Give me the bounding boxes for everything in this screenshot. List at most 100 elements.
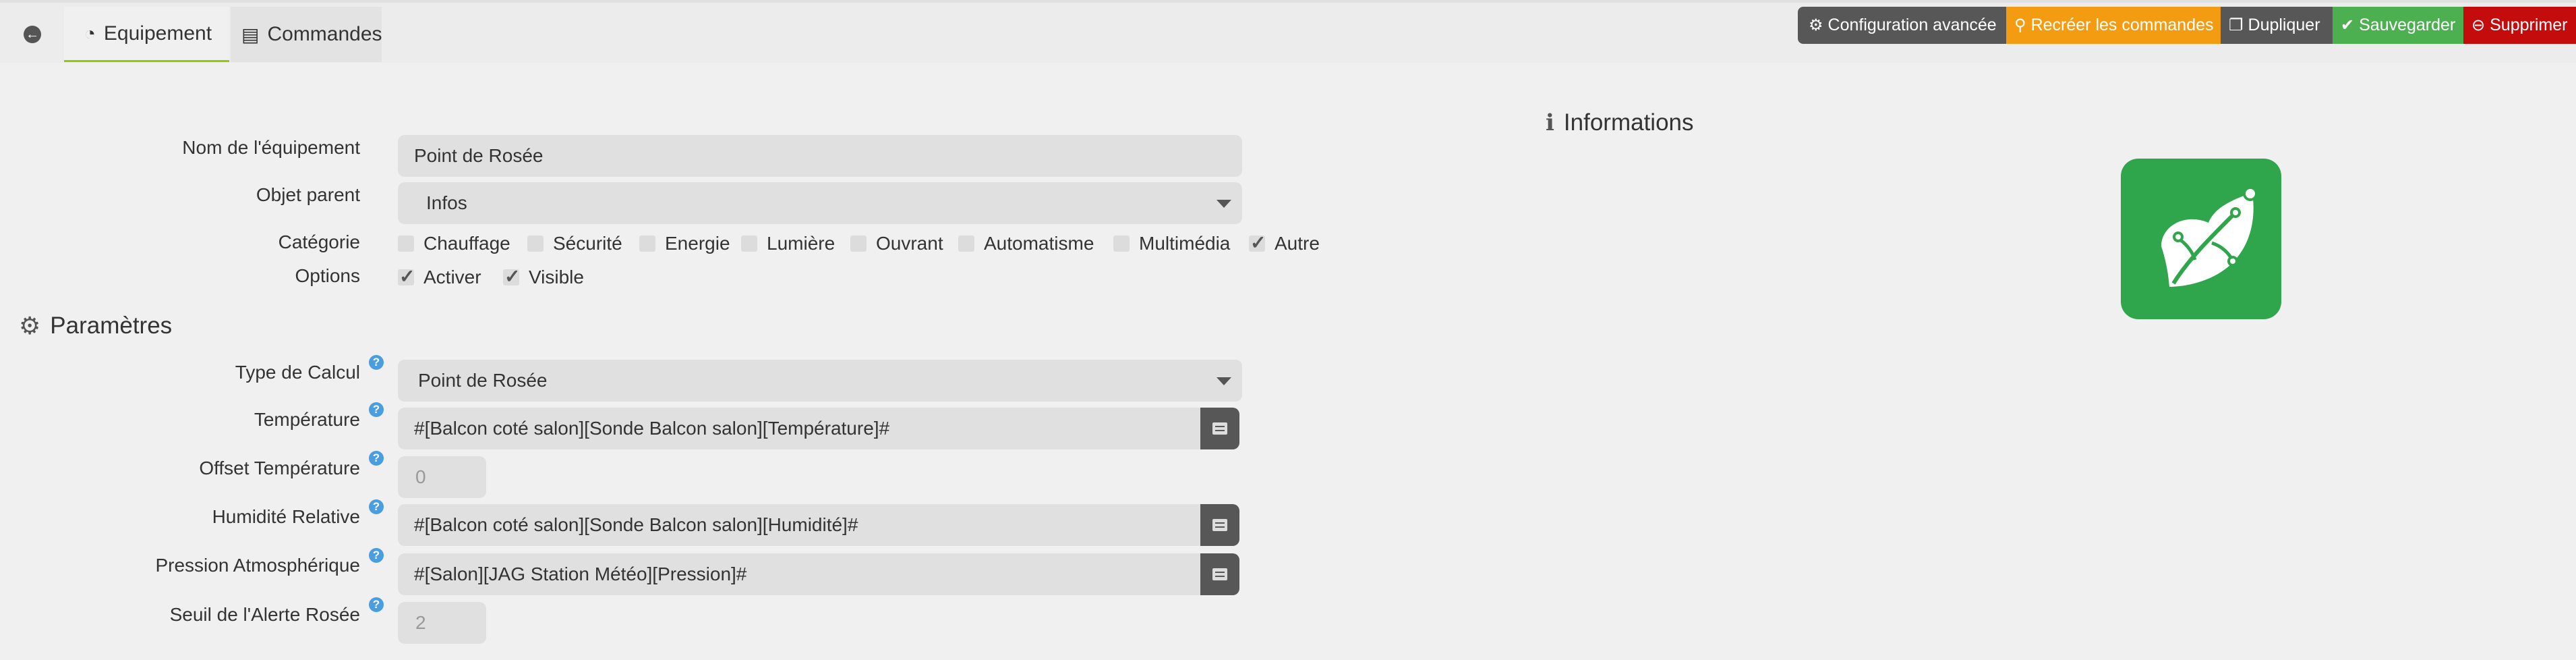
pressure-label: Pression Atmosphérique? <box>155 548 384 576</box>
category-multimedia[interactable]: Multimédia <box>1113 233 1230 254</box>
pressure-input[interactable]: #[Salon][JAG Station Météo][Pression]# <box>398 553 1200 595</box>
calc-type-label-text: Type de Calcul <box>235 362 360 383</box>
info-title-text: Informations <box>1563 109 1694 136</box>
minus-circle-icon: ⊖ <box>2471 16 2486 34</box>
category-label-text: Ouvrant <box>876 233 943 254</box>
temperature-input[interactable]: #[Balcon coté salon][Sonde Balcon salon]… <box>398 408 1200 449</box>
recreate-commands-button[interactable]: ⚲ Recréer les commandes <box>2006 7 2221 44</box>
calc-type-select[interactable]: Point de Rosée <box>398 360 1242 402</box>
category-ouvrant[interactable]: Ouvrant <box>850 233 943 254</box>
parent-select[interactable]: Infos <box>398 182 1242 224</box>
check-circle-icon: ✔ <box>2341 16 2355 34</box>
category-label-text: Energie <box>665 233 730 254</box>
parent-label: Objet parent <box>256 184 360 205</box>
humidity-label-text: Humidité Relative <box>212 506 360 527</box>
category-label: Catégorie <box>278 231 360 252</box>
category-label-text: Lumière <box>767 233 836 254</box>
info-icon: i <box>1546 109 1554 136</box>
category-label-text: Multimédia <box>1139 233 1231 254</box>
humidity-select-cmd-button[interactable] <box>1200 504 1239 546</box>
option-label-text: Activer <box>423 267 481 287</box>
checkbox[interactable] <box>527 236 544 252</box>
delete-button[interactable]: ⊖ Supprimer <box>2463 7 2576 44</box>
info-section-title: i Informations <box>1546 109 1694 136</box>
leaf-icon <box>2161 186 2258 287</box>
options-label: Options <box>295 265 361 286</box>
cogs-icon: ⚙ <box>19 312 41 339</box>
cogs-icon: ⚙ <box>1809 16 1823 34</box>
humidity-label: Humidité Relative? <box>212 499 384 528</box>
offset-input[interactable]: 0 <box>398 456 486 498</box>
advanced-config-button[interactable]: ⚙ Configuration avancée <box>1798 7 2006 44</box>
list-alt-icon <box>1212 422 1227 435</box>
option-activer[interactable]: Activer <box>398 265 481 288</box>
dashboard-icon: ◔ <box>84 22 96 44</box>
category-automatisme[interactable]: Automatisme <box>958 233 1094 254</box>
back-arrow-icon: ← <box>24 26 41 43</box>
help-icon[interactable]: ? <box>369 451 384 466</box>
save-button[interactable]: ✔ Sauvegarder <box>2333 7 2463 44</box>
delete-label: Supprimer <box>2490 16 2568 34</box>
category-securite[interactable]: Sécurité <box>527 233 622 254</box>
copy-icon: ❐ <box>2229 16 2244 34</box>
option-label-text: Visible <box>529 267 584 287</box>
temperature-select-cmd-button[interactable] <box>1200 408 1239 449</box>
category-energie[interactable]: Energie <box>639 233 730 254</box>
params-section-title: ⚙ Paramètres <box>19 312 172 340</box>
tab-commandes[interactable]: ▤ Commandes <box>231 7 382 62</box>
calc-type-label: Type de Calcul? <box>235 355 384 383</box>
chevron-down-icon <box>1217 200 1231 208</box>
checkbox[interactable] <box>958 236 974 252</box>
checkbox[interactable] <box>1113 236 1130 252</box>
parent-select-value: Infos <box>426 192 467 213</box>
recreate-commands-label: Recréer les commandes <box>2030 16 2214 34</box>
calc-type-select-value: Point de Rosée <box>418 370 548 391</box>
option-visible[interactable]: Visible <box>503 265 584 288</box>
checkbox-checked[interactable] <box>503 265 520 287</box>
help-icon[interactable]: ? <box>369 548 384 563</box>
list-alt-icon <box>1212 568 1227 580</box>
humidity-input[interactable]: #[Balcon coté salon][Sonde Balcon salon]… <box>398 504 1200 546</box>
save-label: Sauvegarder <box>2359 16 2456 34</box>
name-input[interactable]: Point de Rosée <box>398 135 1242 177</box>
category-chauffage[interactable]: Chauffage <box>398 233 510 254</box>
dew-alert-label: Seuil de l'Alerte Rosée? <box>169 597 384 626</box>
checkbox[interactable] <box>741 236 757 252</box>
checkbox-checked[interactable] <box>398 265 415 287</box>
category-label-text: Autre <box>1275 233 1320 254</box>
help-icon[interactable]: ? <box>369 597 384 612</box>
help-icon[interactable]: ? <box>369 402 384 417</box>
action-buttons: ⚙ Configuration avancée ⚲ Recréer les co… <box>1798 7 2576 44</box>
checkbox[interactable] <box>850 236 867 252</box>
tab-equipement-label: Equipement <box>103 22 212 45</box>
checkbox-checked[interactable] <box>1249 231 1266 254</box>
list-icon: ▤ <box>241 24 260 45</box>
temperature-label: Température? <box>254 402 384 431</box>
chevron-down-icon <box>1217 377 1231 385</box>
checkbox[interactable] <box>398 236 414 252</box>
tab-equipement[interactable]: ◔ Equipement <box>64 7 229 62</box>
back-button[interactable]: ← <box>7 9 58 59</box>
duplicate-button[interactable]: ❐ Dupliquer <box>2221 7 2333 44</box>
pressure-label-text: Pression Atmosphérique <box>155 555 360 576</box>
temperature-label-text: Température <box>254 409 360 430</box>
tab-commandes-label: Commandes <box>267 23 382 45</box>
list-alt-icon <box>1212 519 1227 531</box>
dew-alert-input[interactable]: 2 <box>398 602 486 644</box>
search-icon: ⚲ <box>2014 16 2026 34</box>
params-title-text: Paramètres <box>50 312 173 339</box>
category-lumiere[interactable]: Lumière <box>741 233 835 254</box>
help-icon[interactable]: ? <box>369 355 384 370</box>
category-autre[interactable]: Autre <box>1249 231 1320 254</box>
plugin-logo <box>2121 159 2281 319</box>
name-label: Nom de l'équipement <box>182 137 360 158</box>
help-icon[interactable]: ? <box>369 499 384 514</box>
advanced-config-label: Configuration avancée <box>1827 16 1997 34</box>
checkbox[interactable] <box>639 236 655 252</box>
category-label-text: Sécurité <box>553 233 622 254</box>
offset-label: Offset Température? <box>199 451 384 479</box>
pressure-select-cmd-button[interactable] <box>1200 553 1239 595</box>
duplicate-label: Dupliquer <box>2248 16 2320 34</box>
category-label-text: Automatisme <box>984 233 1094 254</box>
dew-alert-label-text: Seuil de l'Alerte Rosée <box>169 604 360 625</box>
